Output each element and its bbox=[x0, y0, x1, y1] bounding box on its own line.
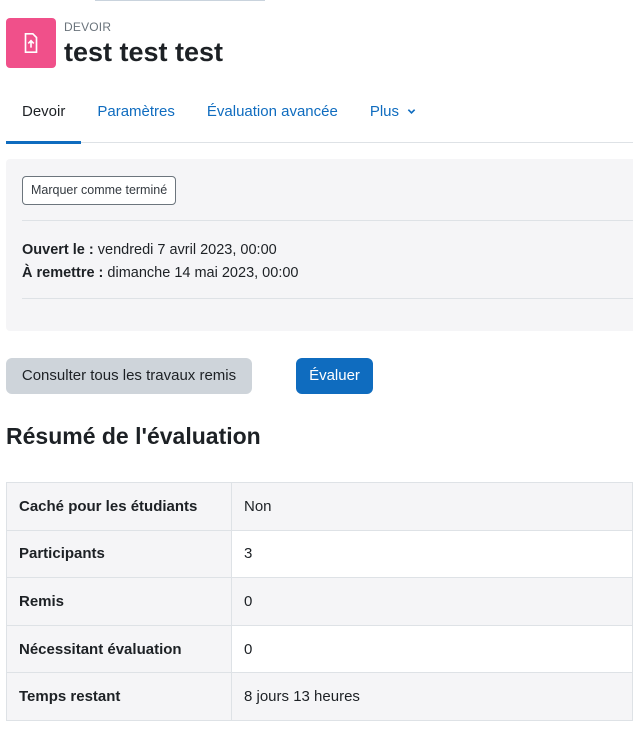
tab-parametres[interactable]: Paramètres bbox=[81, 91, 191, 143]
summary-key: Caché pour les étudiants bbox=[6, 482, 232, 531]
summary-value: Non bbox=[231, 482, 633, 531]
due-date-row: À remettre : dimanche 14 mai 2023, 00:00 bbox=[22, 262, 298, 285]
grading-summary-title: Résumé de l'évaluation bbox=[6, 423, 261, 449]
chevron-down-icon bbox=[407, 91, 416, 133]
table-row: Remis 0 bbox=[6, 577, 633, 626]
grading-summary-table: Caché pour les étudiants Non Participant… bbox=[6, 482, 633, 721]
summary-value: 0 bbox=[231, 577, 633, 626]
activity-dates: Ouvert le : vendredi 7 avril 2023, 00:00… bbox=[22, 239, 298, 285]
due-date-label: À remettre : bbox=[22, 265, 104, 281]
view-all-submissions-button[interactable]: Consulter tous les travaux remis bbox=[6, 358, 252, 394]
summary-value: 3 bbox=[231, 529, 633, 579]
page-title: test test test bbox=[64, 37, 224, 67]
summary-key: Remis bbox=[6, 577, 232, 626]
summary-key: Nécessitant évaluation bbox=[6, 624, 232, 674]
page-header: DEVOIR test test test bbox=[6, 18, 223, 68]
tab-label: Paramètres bbox=[97, 103, 175, 120]
tab-plus[interactable]: Plus bbox=[354, 91, 432, 143]
table-row: Nécessitant évaluation 0 bbox=[6, 624, 633, 674]
mark-as-done-button[interactable]: Marquer comme terminé bbox=[22, 176, 177, 205]
activity-information-panel: Marquer comme terminé Ouvert le : vendre… bbox=[6, 159, 633, 331]
table-row: Temps restant 8 jours 13 heures bbox=[6, 672, 633, 721]
secondary-navigation: Devoir Paramètres Évaluation avancée Plu… bbox=[6, 91, 633, 144]
tab-label: Évaluation avancée bbox=[206, 103, 338, 120]
opened-date-value: vendredi 7 avril 2023, 00:00 bbox=[97, 242, 277, 258]
summary-value: 0 bbox=[231, 624, 633, 674]
tab-label: Plus bbox=[369, 103, 400, 120]
assignment-upload-icon bbox=[6, 18, 56, 68]
opened-date-label: Ouvert le : bbox=[22, 242, 94, 258]
divider bbox=[22, 298, 633, 299]
tab-evaluation-avancee[interactable]: Évaluation avancée bbox=[191, 91, 354, 143]
divider bbox=[22, 220, 633, 221]
tab-label: Devoir bbox=[22, 103, 66, 120]
summary-key: Temps restant bbox=[6, 672, 232, 721]
table-row: Participants 3 bbox=[6, 529, 633, 579]
summary-key: Participants bbox=[6, 529, 232, 579]
table-row: Caché pour les étudiants Non bbox=[6, 482, 633, 531]
opened-date-row: Ouvert le : vendredi 7 avril 2023, 00:00 bbox=[22, 239, 298, 262]
summary-value: 8 jours 13 heures bbox=[231, 672, 633, 721]
due-date-value: dimanche 14 mai 2023, 00:00 bbox=[107, 265, 299, 281]
activity-type-label: DEVOIR bbox=[64, 20, 112, 34]
top-clipped-breadcrumb bbox=[95, 0, 265, 3]
grade-button[interactable]: Évaluer bbox=[296, 358, 373, 394]
tab-devoir[interactable]: Devoir bbox=[6, 91, 82, 144]
